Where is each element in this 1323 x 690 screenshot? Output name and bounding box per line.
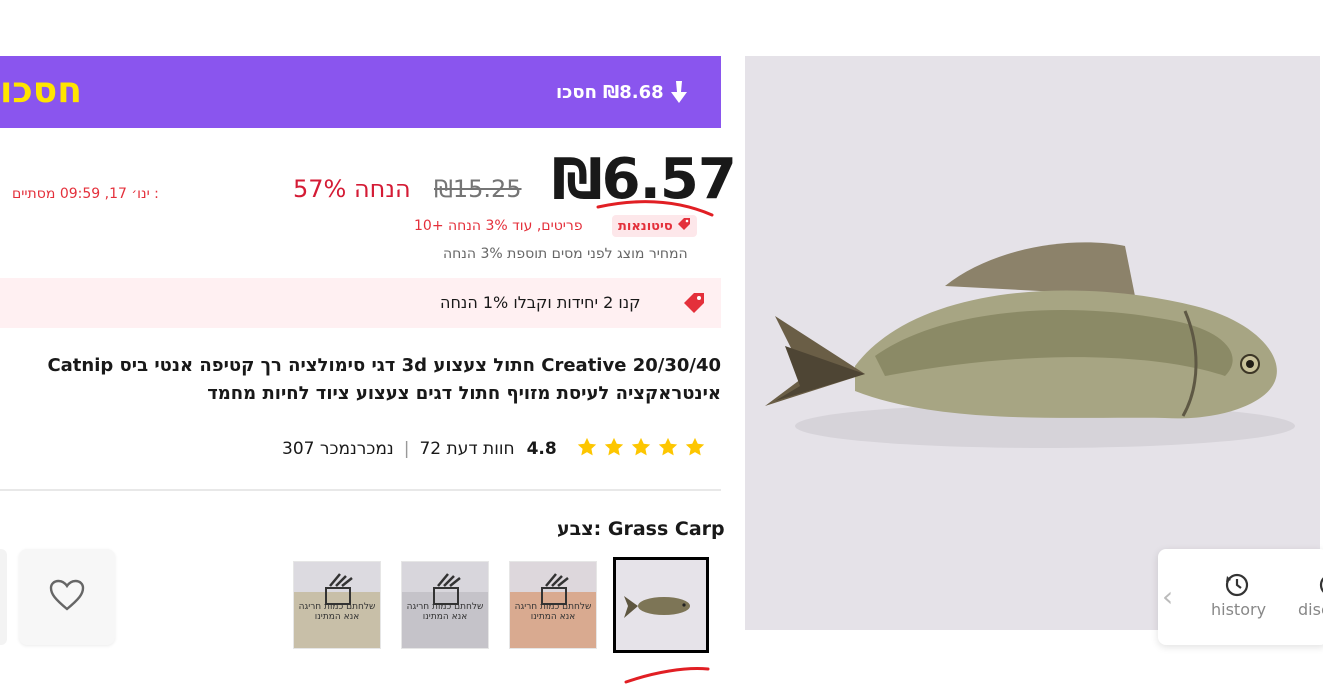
discount-percent: 57% הנחה bbox=[293, 175, 411, 203]
variant-thumb-2[interactable]: שלחתם כמות חריגה אנא המתינו bbox=[509, 561, 597, 649]
tax-note: המחיר מוצג לפני מסים תוספת 3% הנחה bbox=[443, 246, 688, 262]
star-icon bbox=[603, 436, 625, 463]
wholesale-badge[interactable]: סיטונאות bbox=[612, 215, 697, 237]
banner-savings: חסכו ₪8.68 bbox=[556, 80, 688, 104]
tag-icon bbox=[677, 217, 691, 235]
current-price: ₪6.57 bbox=[552, 147, 737, 212]
thumb-overlay-text: שלחתם כמות חריגה אנא המתינו bbox=[298, 602, 376, 622]
star-icon bbox=[684, 436, 706, 463]
variant-thumb-4[interactable]: שלחתם כמות חריגה אנא המתינו bbox=[293, 561, 381, 649]
review-count[interactable]: 72 חוות דעת bbox=[419, 439, 514, 459]
variant-thumb-grass-carp[interactable] bbox=[613, 557, 709, 653]
left-edge-button[interactable] bbox=[0, 549, 7, 645]
down-arrow-icon bbox=[670, 81, 688, 103]
thumb-overlay-text: שלחתם כמות חריגה אנא המתינו bbox=[514, 602, 592, 622]
chevron-left-icon[interactable]: ‹ bbox=[1162, 580, 1173, 613]
banner-save-amount: ₪8.68 bbox=[602, 81, 664, 103]
history-icon[interactable] bbox=[1224, 572, 1250, 602]
fish-thumbnail-image bbox=[616, 560, 706, 650]
rating-separator: | bbox=[403, 439, 410, 459]
rating-row[interactable]: 307 נמכרנמכר | 72 חוות דעת 4.8 bbox=[282, 435, 706, 463]
sale-timer: ינו׳ 17, 09:59 מסתיים : bbox=[0, 186, 159, 202]
star-icon bbox=[657, 436, 679, 463]
promo-text: קנו 2 יחידות וקבלו 1% הנחה bbox=[440, 293, 641, 312]
banner-left-text: חסכו bbox=[0, 70, 82, 111]
product-title: 20/30/40 Creative חתול צעצוע 3d דגי סימו… bbox=[47, 355, 721, 404]
star-icon bbox=[576, 436, 598, 463]
discover-label[interactable]: disc bbox=[1298, 600, 1323, 619]
banner-save-label: חסכו bbox=[556, 81, 597, 103]
section-divider bbox=[0, 489, 721, 491]
history-label[interactable]: history bbox=[1211, 600, 1266, 619]
original-price: ₪15.25 bbox=[434, 175, 522, 203]
wholesale-note: 10+ פריטים, עוד 3% הנחה bbox=[414, 218, 583, 234]
product-main-image[interactable] bbox=[745, 56, 1320, 630]
variant-thumb-3[interactable]: שלחתם כמות חריגה אנא המתינו bbox=[401, 561, 489, 649]
heart-icon bbox=[49, 579, 85, 615]
coupon-tag-icon bbox=[682, 291, 706, 319]
color-label: צבע: Grass Carp bbox=[557, 518, 725, 540]
discover-icon[interactable] bbox=[1318, 572, 1323, 598]
star-icon bbox=[630, 436, 652, 463]
rating-score: 4.8 bbox=[526, 439, 557, 459]
thumb-overlay-text: שלחתם כמות חריגה אנא המתינו bbox=[406, 602, 484, 622]
wholesale-label: סיטונאות bbox=[618, 218, 673, 234]
wishlist-button[interactable] bbox=[19, 549, 115, 645]
timer-value: ינו׳ 17, 09:59 bbox=[59, 186, 150, 202]
fish-product-image bbox=[745, 56, 1320, 630]
thumb-underline-mark bbox=[624, 667, 710, 684]
sold-count: 307 נמכרנמכר bbox=[282, 439, 394, 459]
